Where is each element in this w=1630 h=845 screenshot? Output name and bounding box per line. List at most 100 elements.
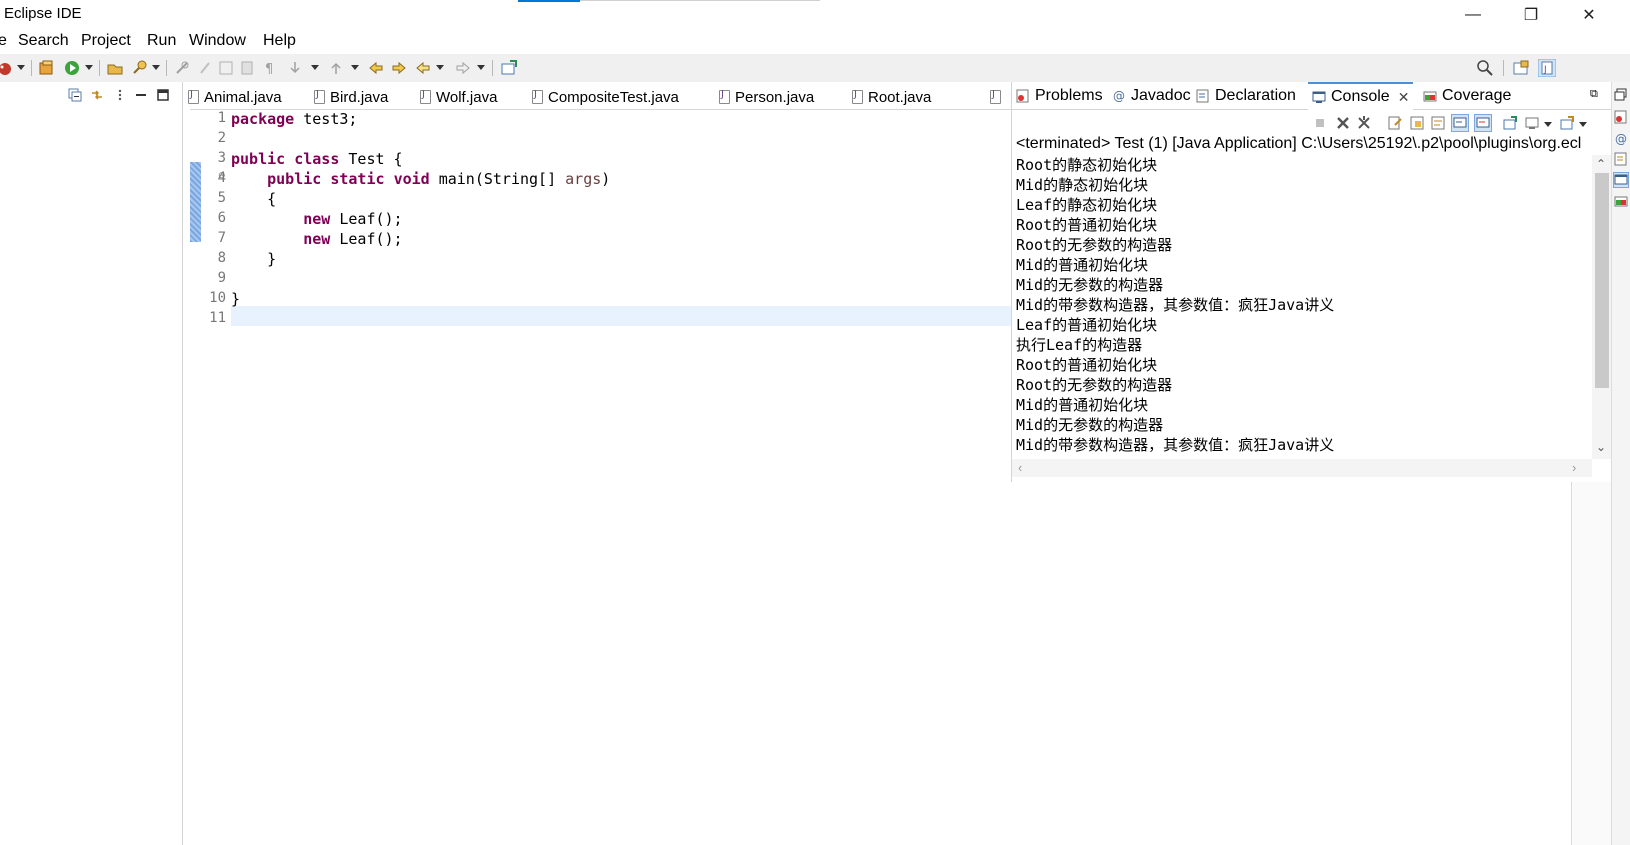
code-line: package test3; bbox=[231, 110, 358, 128]
debug-dropdown-icon[interactable] bbox=[17, 65, 25, 70]
display-console-dropdown-icon[interactable] bbox=[1544, 122, 1552, 127]
forward-dropdown-icon[interactable] bbox=[477, 65, 485, 70]
show-console-on-stdout-icon[interactable] bbox=[1451, 114, 1469, 132]
java-file-icon bbox=[314, 89, 325, 104]
console-view-stack: Problems @ Javadoc Declaration Console ✕… bbox=[1011, 82, 1612, 482]
restore-icon[interactable] bbox=[1614, 88, 1628, 102]
back-icon[interactable] bbox=[414, 59, 432, 77]
show-whitespace-icon[interactable]: ¶ bbox=[260, 59, 278, 77]
code-line: new Leaf(); bbox=[303, 210, 403, 228]
pin-console-icon[interactable] bbox=[1502, 115, 1518, 131]
tab-coverage[interactable]: Coverage bbox=[1423, 82, 1511, 110]
tab-overflow[interactable] bbox=[990, 84, 1006, 110]
search-icon[interactable] bbox=[1476, 59, 1494, 77]
new-java-project-icon[interactable] bbox=[38, 59, 56, 77]
coverage-icon[interactable] bbox=[1614, 194, 1628, 208]
javadoc-icon[interactable]: @ bbox=[1614, 132, 1628, 146]
minimize-button[interactable]: — bbox=[1450, 0, 1496, 30]
console-output[interactable]: Root的静态初始化块 Mid的静态初始化块 Leaf的静态初始化块 Root的… bbox=[1016, 155, 1601, 459]
scroll-up-icon[interactable]: ⌃ bbox=[1596, 157, 1606, 171]
scroll-right-icon[interactable]: › bbox=[1572, 460, 1576, 475]
tab-animal-java[interactable]: Animal.java bbox=[188, 84, 282, 110]
menu-project[interactable]: Project bbox=[81, 32, 131, 50]
toggle-block-selection-icon[interactable] bbox=[217, 59, 235, 77]
menu-file[interactable]: e bbox=[0, 32, 7, 50]
next-annotation-icon[interactable] bbox=[286, 59, 304, 77]
open-console-icon[interactable] bbox=[1559, 115, 1575, 131]
package-explorer bbox=[0, 82, 183, 845]
scroll-left-icon[interactable]: ‹ bbox=[1018, 460, 1022, 475]
view-menu-icon[interactable] bbox=[113, 88, 127, 102]
forward-edit-icon[interactable] bbox=[390, 59, 408, 77]
console-icon[interactable] bbox=[1613, 172, 1629, 188]
pin-editor-icon[interactable] bbox=[500, 59, 518, 77]
remove-all-terminated-icon[interactable] bbox=[1356, 115, 1372, 131]
close-icon[interactable]: ✕ bbox=[1398, 89, 1410, 106]
code-line: public static void main(String[] args) bbox=[267, 170, 611, 188]
previous-annotation-icon[interactable] bbox=[327, 59, 345, 77]
console-line: Root的静态初始化块 bbox=[1016, 156, 1158, 174]
line-number: 6 bbox=[217, 210, 226, 226]
tab-person-java[interactable]: Person.java bbox=[719, 84, 814, 110]
restore-button[interactable]: ❐ bbox=[1508, 0, 1554, 30]
open-perspective-icon[interactable] bbox=[1512, 59, 1530, 77]
tab-label: Console bbox=[1331, 88, 1390, 105]
tab-wolf-java[interactable]: Wolf.java bbox=[420, 84, 497, 110]
tab-label: Javadoc bbox=[1131, 87, 1191, 104]
tab-label: Problems bbox=[1035, 87, 1103, 104]
search-tool-icon[interactable] bbox=[131, 59, 149, 77]
terminate-icon[interactable] bbox=[1312, 115, 1328, 131]
editor-overview-ruler bbox=[1572, 482, 1611, 845]
menu-window[interactable]: Window bbox=[189, 32, 246, 50]
tab-declaration[interactable]: Declaration bbox=[1196, 82, 1296, 110]
open-console-dropdown-icon[interactable] bbox=[1579, 122, 1587, 127]
problems-icon[interactable] bbox=[1614, 110, 1628, 124]
show-console-on-stderr-icon[interactable] bbox=[1474, 114, 1492, 132]
code-area[interactable]: 1 2 3 4 ⊖ 5 6 7 8 9 10 11 package test3;… bbox=[190, 110, 1014, 845]
line-number: 8 bbox=[217, 250, 226, 266]
next-annotation-dropdown-icon[interactable] bbox=[311, 65, 319, 70]
clear-console-icon[interactable] bbox=[1387, 115, 1403, 131]
tab-bird-java[interactable]: Bird.java bbox=[314, 84, 388, 110]
run-icon[interactable] bbox=[63, 59, 81, 77]
tab-compositetest-java[interactable]: CompositeTest.java bbox=[532, 84, 679, 110]
java-perspective-icon[interactable]: J bbox=[1538, 59, 1556, 77]
restore-view-icon[interactable]: ⧉ bbox=[1590, 88, 1598, 101]
scroll-down-icon[interactable]: ⌄ bbox=[1596, 440, 1606, 454]
word-wrap-icon[interactable] bbox=[1430, 115, 1446, 131]
declaration-icon[interactable] bbox=[1614, 152, 1628, 166]
debug-icon[interactable] bbox=[0, 59, 14, 77]
console-line: Leaf的静态初始化块 bbox=[1016, 196, 1158, 214]
menu-help[interactable]: Help bbox=[263, 32, 296, 50]
close-button[interactable]: ✕ bbox=[1566, 0, 1612, 30]
link-with-editor-icon[interactable] bbox=[90, 88, 104, 102]
run-dropdown-icon[interactable] bbox=[85, 65, 93, 70]
toggle-word-wrap-icon[interactable] bbox=[238, 59, 256, 77]
scroll-lock-icon[interactable] bbox=[1409, 115, 1425, 131]
console-line: Root的无参数的构造器 bbox=[1016, 236, 1173, 254]
forward-icon[interactable] bbox=[454, 59, 472, 77]
console-vertical-scrollbar[interactable]: ⌃ ⌄ bbox=[1592, 155, 1612, 459]
tab-problems[interactable]: Problems bbox=[1016, 82, 1103, 110]
tab-javadoc[interactable]: @ Javadoc bbox=[1112, 82, 1191, 110]
maximize-view-icon[interactable] bbox=[156, 88, 170, 102]
back-dropdown-icon[interactable] bbox=[436, 65, 444, 70]
minimize-view-icon[interactable] bbox=[134, 88, 148, 102]
collapse-all-icon[interactable] bbox=[68, 88, 82, 102]
tab-root-java[interactable]: Root.java bbox=[852, 84, 931, 110]
display-selected-console-icon[interactable] bbox=[1524, 115, 1540, 131]
previous-annotation-dropdown-icon[interactable] bbox=[351, 65, 359, 70]
menu-search[interactable]: Search bbox=[18, 32, 69, 50]
console-horizontal-scrollbar[interactable]: ‹ › bbox=[1012, 459, 1592, 477]
menu-run[interactable]: Run bbox=[147, 32, 176, 50]
tab-label: Wolf.java bbox=[436, 88, 498, 106]
toggle-mark-occurrences-icon[interactable] bbox=[173, 59, 191, 77]
last-edit-location-icon[interactable] bbox=[367, 59, 385, 77]
toggle-breadcrumb-icon[interactable] bbox=[196, 59, 214, 77]
search-dropdown-icon[interactable] bbox=[152, 65, 160, 70]
fold-collapse-icon[interactable]: ⊖ bbox=[218, 171, 226, 181]
open-type-icon[interactable] bbox=[106, 59, 124, 77]
remove-launch-icon[interactable] bbox=[1335, 115, 1351, 131]
tab-console[interactable]: Console ✕ bbox=[1308, 82, 1413, 110]
scrollbar-thumb[interactable] bbox=[1595, 173, 1609, 388]
